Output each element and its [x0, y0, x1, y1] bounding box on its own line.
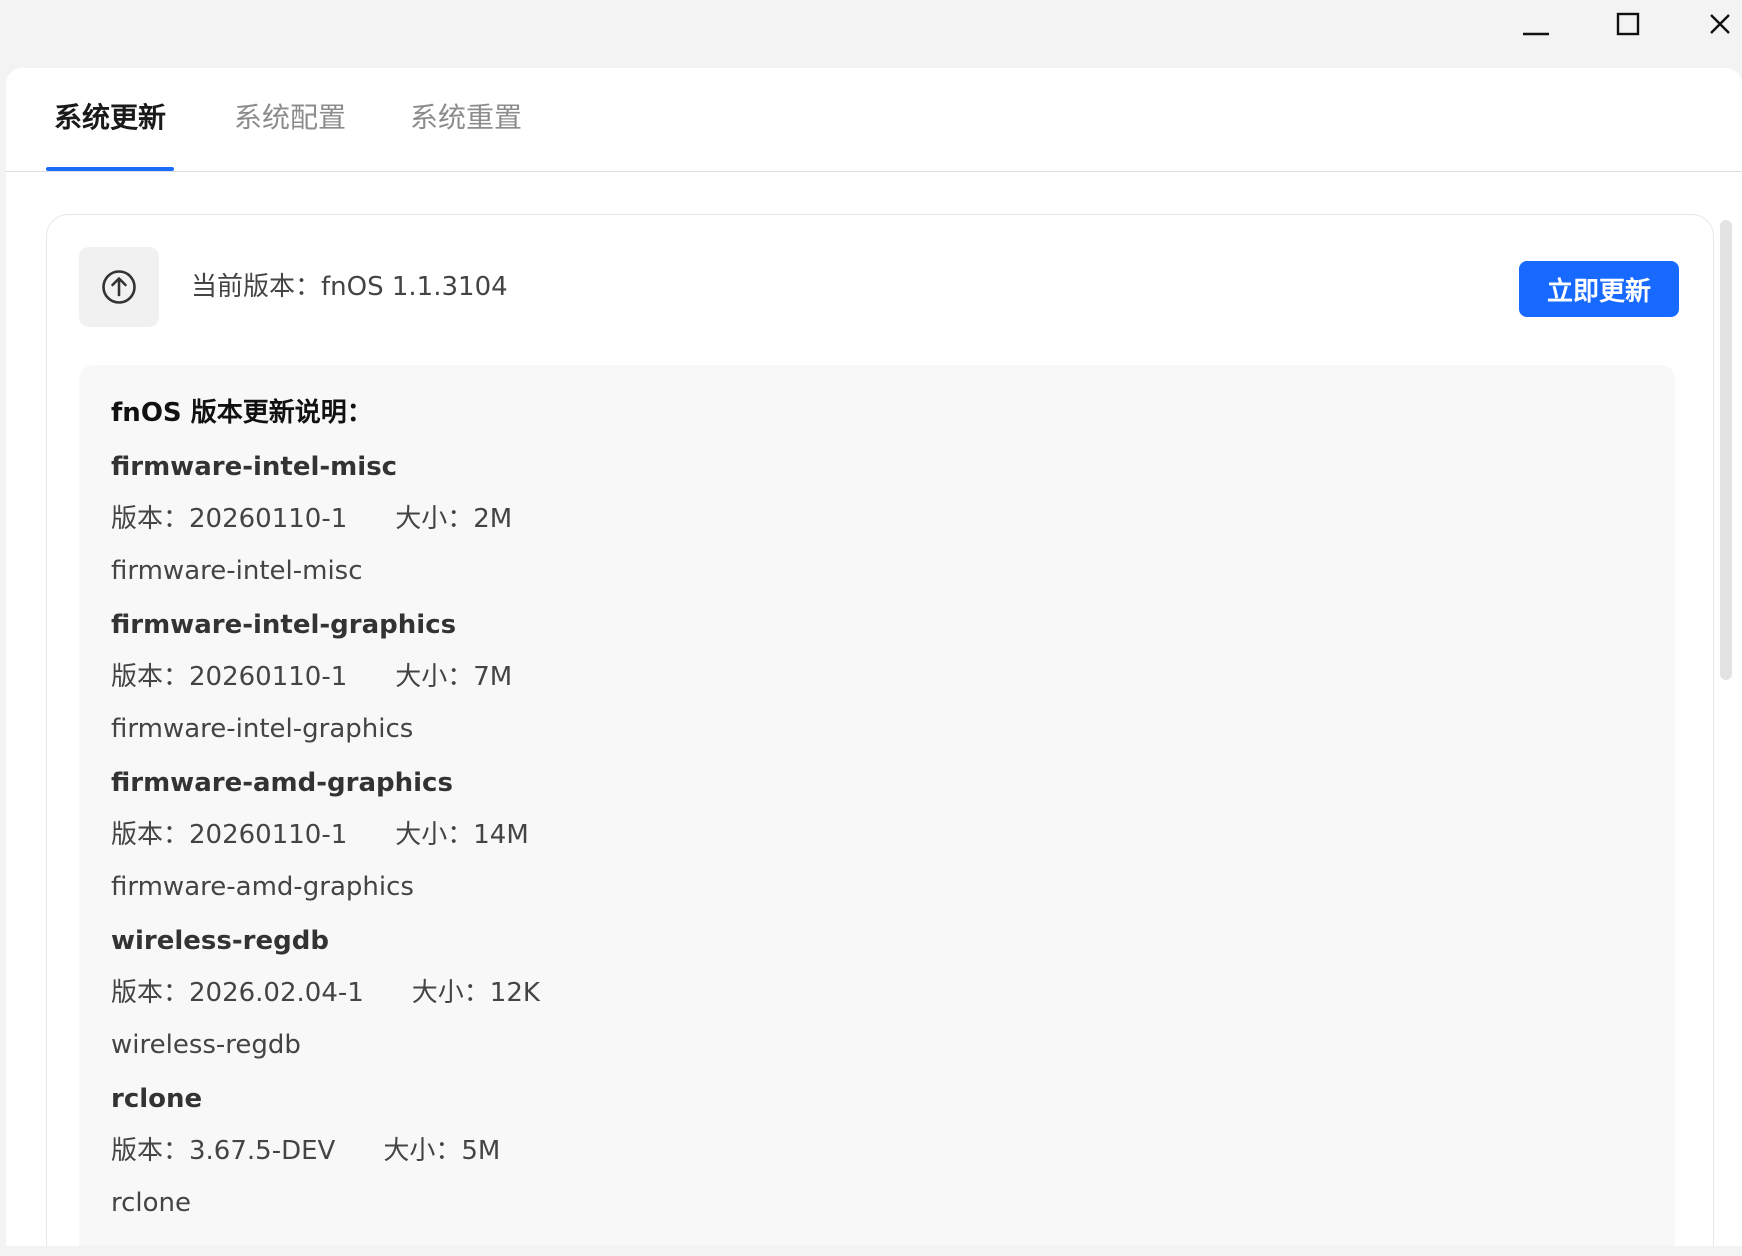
package-description: firmware-amd-graphics [111, 872, 414, 902]
release-notes-title: fnOS 版本更新说明： [111, 398, 373, 428]
package-name: firmware-intel-misc [111, 452, 398, 482]
arrow-up-circle-icon [102, 270, 136, 304]
minimize-button[interactable] [1496, 0, 1576, 48]
package-name: firmware-amd-graphics [111, 768, 453, 798]
package-item: rclone 版本：3.67.5-DEV 大小：5M rclone [111, 1081, 1643, 1221]
current-version-text: 当前版本：fnOS 1.1.3104 [191, 272, 508, 302]
package-size: 大小：12K [411, 978, 540, 1008]
tab-system-update[interactable]: 系统更新 [46, 98, 174, 172]
package-meta: 版本：2026.02.04-1 大小：12K [111, 975, 1643, 1011]
package-meta: 版本：20260110-1 大小：7M [111, 659, 1643, 695]
package-description: firmware-intel-misc [111, 556, 363, 586]
title-bar [0, 0, 1742, 68]
package-name: firmware-intel-graphics [111, 610, 457, 640]
tab-bar: 系统更新 系统配置 系统重置 [6, 68, 1742, 172]
package-item: wireless-regdb 版本：2026.02.04-1 大小：12K wir… [111, 923, 1643, 1063]
maximize-icon [1616, 12, 1640, 36]
package-name: rclone [111, 1084, 203, 1114]
package-size: 大小：7M [395, 662, 513, 692]
update-icon-box [79, 247, 159, 327]
active-tab-indicator [46, 167, 174, 171]
package-name: wireless-regdb [111, 926, 329, 956]
update-now-button[interactable]: 立即更新 [1519, 261, 1679, 317]
settings-panel: 系统更新 系统配置 系统重置 当前版本：fnOS 1.1.3104 立即更新 f… [6, 68, 1742, 1246]
package-size: 大小：14M [395, 820, 529, 850]
package-version: 版本：20260110-1 [111, 820, 348, 850]
package-version: 版本：20260110-1 [111, 504, 348, 534]
package-meta: 版本：3.67.5-DEV 大小：5M [111, 1133, 1643, 1169]
tab-system-reset[interactable]: 系统重置 [402, 98, 530, 172]
maximize-button[interactable] [1588, 0, 1668, 48]
scrollbar-thumb[interactable] [1720, 220, 1732, 680]
release-notes: fnOS 版本更新说明： firmware-intel-misc 版本：2026… [79, 365, 1675, 1246]
package-item: firmware-amd-graphics 版本：20260110-1 大小：14… [111, 765, 1643, 905]
package-version: 版本：20260110-1 [111, 662, 348, 692]
close-icon [1710, 14, 1730, 34]
package-version: 版本：2026.02.04-1 [111, 978, 364, 1008]
tab-system-config[interactable]: 系统配置 [226, 98, 354, 172]
package-description: rclone [111, 1188, 192, 1218]
package-version: 版本：3.67.5-DEV [111, 1136, 336, 1166]
package-description: firmware-intel-graphics [111, 714, 414, 744]
package-item: firmware-intel-misc 版本：20260110-1 大小：2M f… [111, 449, 1643, 589]
package-item: firmware-intel-graphics 版本：20260110-1 大小：… [111, 607, 1643, 747]
package-size: 大小：5M [383, 1136, 501, 1166]
close-button[interactable] [1680, 0, 1742, 48]
version-row: 当前版本：fnOS 1.1.3104 立即更新 [79, 247, 1683, 327]
package-meta: 版本：20260110-1 大小：2M [111, 501, 1643, 537]
package-size: 大小：2M [395, 504, 513, 534]
package-meta: 版本：20260110-1 大小：14M [111, 817, 1643, 853]
scrollbar[interactable] [1718, 214, 1732, 1246]
update-card: 当前版本：fnOS 1.1.3104 立即更新 fnOS 版本更新说明： fir… [46, 214, 1714, 1246]
minimize-icon [1523, 32, 1549, 36]
package-description: wireless-regdb [111, 1030, 301, 1060]
